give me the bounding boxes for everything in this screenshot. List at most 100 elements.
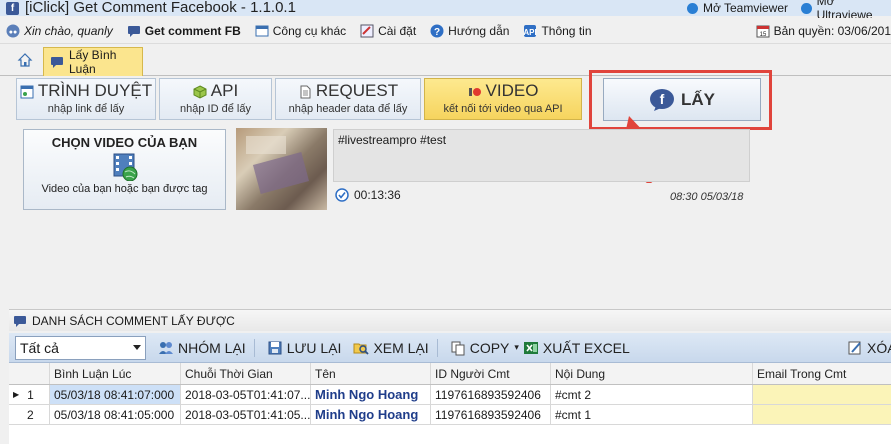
- record-icon: [468, 84, 482, 98]
- choose-video-button[interactable]: CHỌN VIDEO CỦA BẠN Video của bạn hoặc bạ…: [23, 129, 226, 210]
- comments-toolbar: Tất cả NHÓM LẠI LƯU LẠI XEM LẠI COPY ▾ X…: [9, 333, 891, 363]
- mode-browser-card[interactable]: TRÌNH DUYỆT nhập link để lấy: [16, 78, 156, 120]
- comments-grid: Bình Luận Lúc Chuỗi Thời Gian Tên ID Ngư…: [9, 363, 891, 444]
- excel-icon: [523, 340, 539, 356]
- mode-subtitle: nhập ID để lấy: [180, 103, 251, 115]
- save-icon: [267, 340, 283, 356]
- cell-comment-time[interactable]: 05/03/18 08:41:05:000: [50, 405, 181, 424]
- cell-comment-time[interactable]: 05/03/18 08:41:07:000: [50, 385, 181, 404]
- save-label: LƯU LẠI: [286, 339, 342, 356]
- dropdown-arrow-icon[interactable]: ▾: [514, 342, 519, 353]
- menu-label: Get comment FB: [144, 23, 241, 38]
- section-title: DANH SÁCH COMMENT LẤY ĐƯỢC: [32, 313, 235, 328]
- mode-video-card[interactable]: VIDEO kết nối tới video qua API: [424, 78, 582, 120]
- column-header-email[interactable]: Email Trong Cmt: [753, 363, 891, 384]
- mode-request-card[interactable]: REQUEST nhập header data để lấy: [275, 78, 421, 120]
- menu-info[interactable]: API Thông tin: [523, 23, 592, 38]
- duration-text: 00:13:36: [354, 188, 401, 202]
- facebook-comment-icon: [13, 314, 27, 328]
- user-icon: ●●: [6, 24, 20, 38]
- cell-name[interactable]: Minh Ngo Hoang: [311, 405, 431, 424]
- facebook-messenger-icon: f: [649, 88, 675, 112]
- video-globe-icon: [113, 153, 137, 181]
- column-header-user-id[interactable]: ID Người Cmt: [431, 363, 551, 384]
- svg-text:15: 15: [759, 32, 766, 38]
- row-number-text: 2: [27, 407, 34, 422]
- cell-content[interactable]: #cmt 1: [551, 405, 753, 424]
- ultraviewer-icon: [801, 2, 812, 14]
- delete-button[interactable]: XÓA: [847, 340, 891, 356]
- cell-user-id[interactable]: 1197616893592406: [431, 385, 551, 404]
- copy-button[interactable]: COPY ▾: [450, 340, 519, 356]
- menu-get-comment-fb[interactable]: Get comment FB: [127, 24, 241, 38]
- cell-email[interactable]: [753, 385, 891, 404]
- cell-email[interactable]: [753, 405, 891, 424]
- mode-title: VIDEO: [485, 81, 539, 100]
- cube-icon: [193, 84, 207, 99]
- title-bar: f [iClick] Get Comment Facebook - 1.1.0.…: [0, 0, 891, 22]
- copy-icon: [450, 340, 466, 356]
- menu-label: Công cụ khác: [272, 23, 347, 38]
- tab-get-comments[interactable]: Lấy Bình Luận: [43, 47, 143, 76]
- open-ultraviewer-link[interactable]: Mở Ultraviewe: [801, 0, 891, 22]
- menu-label: Thông tin: [541, 23, 592, 38]
- group-button[interactable]: NHÓM LẠI: [158, 340, 246, 356]
- menu-other-tools[interactable]: Công cụ khác: [255, 24, 346, 38]
- search-folder-icon: [353, 340, 370, 356]
- open-teamviewer-link[interactable]: Mở Teamviewer: [687, 0, 788, 16]
- license-text: Bản quyền: 03/06/201: [773, 24, 891, 38]
- edit-delete-icon: [847, 340, 863, 356]
- help-icon: ?: [430, 24, 444, 38]
- choose-video-title: CHỌN VIDEO CỦA BẠN: [51, 135, 198, 150]
- fetch-button-label: LẤY: [681, 89, 715, 109]
- tools-icon: [255, 24, 269, 38]
- mode-subtitle: nhập header data để lấy: [288, 103, 408, 115]
- cell-user-id[interactable]: 1197616893592406: [431, 405, 551, 424]
- facebook-comment-icon: [50, 55, 64, 69]
- cell-content[interactable]: #cmt 2: [551, 385, 753, 404]
- filter-select[interactable]: Tất cả: [15, 335, 146, 360]
- video-thumbnail[interactable]: [236, 128, 327, 210]
- info-icon: API: [523, 24, 537, 38]
- menu-settings[interactable]: Cài đặt: [360, 24, 416, 38]
- comments-section-header: DANH SÁCH COMMENT LẤY ĐƯỢC: [9, 309, 891, 331]
- column-header-name[interactable]: Tên: [311, 363, 431, 384]
- filter-value: Tất cả: [20, 339, 59, 356]
- export-excel-button[interactable]: XUẤT EXCEL: [523, 340, 630, 356]
- user-greeting[interactable]: ●● Xin chào, quanly: [6, 24, 113, 38]
- toolbar-divider: [253, 338, 255, 357]
- grid-header-row: Bình Luận Lúc Chuỗi Thời Gian Tên ID Ngư…: [9, 363, 891, 385]
- row-number-text: 1: [27, 387, 34, 402]
- svg-text:API: API: [524, 28, 537, 37]
- home-icon[interactable]: [17, 52, 33, 68]
- video-caption: #livestreampro #test: [333, 129, 750, 182]
- mode-api-card[interactable]: API nhập ID để lấy: [159, 78, 272, 120]
- menu-guide[interactable]: ? Hướng dẫn: [430, 24, 509, 38]
- review-button[interactable]: XEM LẠI: [353, 339, 429, 356]
- copy-label: COPY: [469, 339, 510, 356]
- mode-title: API: [210, 81, 239, 100]
- column-header-timestamp[interactable]: Chuỗi Thời Gian: [181, 363, 311, 384]
- calendar-icon: 15: [756, 24, 770, 38]
- menu-bar: ●● Xin chào, quanly Get comment FB Công …: [0, 18, 891, 44]
- table-row[interactable]: ▶ 1 05/03/18 08:41:07:000 2018-03-05T01:…: [9, 385, 891, 405]
- row-number: 2: [9, 405, 50, 424]
- cell-timestamp[interactable]: 2018-03-05T01:41:05...: [181, 405, 311, 424]
- facebook-comment-icon: [127, 24, 141, 38]
- svg-text:●●: ●●: [9, 29, 17, 36]
- cell-timestamp[interactable]: 2018-03-05T01:41:07...: [181, 385, 311, 404]
- column-header-content[interactable]: Nội Dung: [551, 363, 753, 384]
- mode-subtitle: kết nối tới video qua API: [443, 103, 563, 115]
- video-posted-time: 08:30 05/03/18: [670, 191, 744, 203]
- cell-name[interactable]: Minh Ngo Hoang: [311, 385, 431, 404]
- facebook-logo-icon: f: [6, 1, 19, 15]
- table-row[interactable]: 2 05/03/18 08:41:05:000 2018-03-05T01:41…: [9, 405, 891, 425]
- menu-label: Hướng dẫn: [448, 23, 510, 38]
- column-header-comment-time[interactable]: Bình Luận Lúc: [50, 363, 181, 384]
- document-icon: [298, 84, 312, 99]
- row-indicator-header: [9, 363, 50, 384]
- review-label: XEM LẠI: [373, 339, 429, 356]
- save-button[interactable]: LƯU LẠI: [267, 339, 342, 356]
- chevron-down-icon: [133, 345, 141, 350]
- current-row-icon: ▶: [13, 390, 20, 399]
